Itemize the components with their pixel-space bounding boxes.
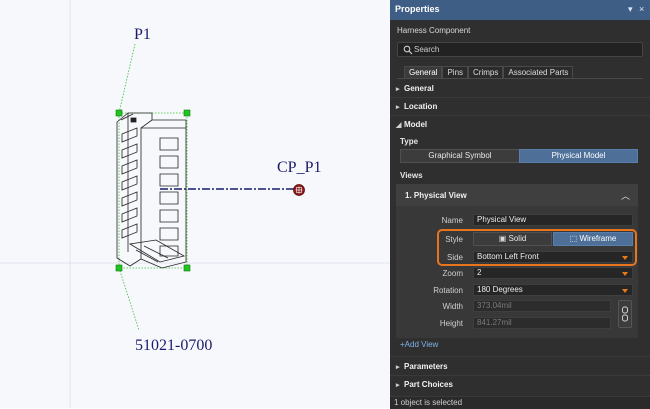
panel-title: Properties bbox=[395, 4, 440, 14]
divider bbox=[390, 115, 650, 116]
tab-associated-parts[interactable]: Associated Parts bbox=[503, 66, 574, 78]
component-designator[interactable]: P1 bbox=[134, 26, 151, 44]
search-icon bbox=[403, 45, 413, 55]
name-label: Name bbox=[441, 216, 463, 225]
properties-panel: Properties ▾ × Harness Component Search … bbox=[390, 0, 650, 409]
section-model[interactable]: ◢ Model bbox=[396, 120, 427, 129]
connection-point-icon[interactable] bbox=[293, 184, 305, 196]
section-parameters-label: Parameters bbox=[404, 362, 448, 371]
search-placeholder: Search bbox=[414, 45, 440, 54]
panel-menu-icon[interactable]: ▾ bbox=[628, 4, 633, 15]
object-type-label: Harness Component bbox=[397, 26, 471, 35]
views-label: Views bbox=[400, 171, 423, 180]
rotation-value: 180 Degrees bbox=[477, 285, 523, 294]
width-label: Width bbox=[442, 302, 463, 311]
schematic-canvas[interactable]: P1 CP_P1 51021-0700 bbox=[0, 0, 390, 408]
status-bar: 1 object is selected bbox=[390, 396, 650, 409]
section-model-label: Model bbox=[404, 120, 428, 129]
tab-general[interactable]: General bbox=[404, 66, 443, 78]
rotation-label: Rotation bbox=[433, 286, 463, 295]
tab-pins[interactable]: Pins bbox=[442, 66, 469, 78]
zoom-label: Zoom bbox=[442, 269, 463, 278]
tab-divider bbox=[397, 78, 643, 79]
view-title: 1. Physical View bbox=[405, 191, 467, 200]
expand-arrow-icon: ▸ bbox=[396, 364, 400, 371]
divider bbox=[390, 356, 650, 357]
view-card-header[interactable]: 1. Physical View ︿ bbox=[396, 184, 638, 206]
type-graphical-symbol-button[interactable]: Graphical Symbol bbox=[400, 149, 520, 163]
section-location-label: Location bbox=[404, 102, 438, 111]
height-input: 841.27mil bbox=[473, 317, 611, 329]
panel-titlebar[interactable]: Properties ▾ × bbox=[390, 0, 650, 20]
section-parameters[interactable]: ▸ Parameters bbox=[396, 362, 448, 371]
panel-tabs: General Pins Crimps Associated Parts bbox=[404, 66, 574, 78]
type-label: Type bbox=[400, 137, 419, 146]
width-input: 373.04mil bbox=[473, 300, 611, 312]
name-input[interactable]: Physical View bbox=[473, 214, 633, 226]
chain-link-icon bbox=[622, 306, 628, 322]
close-icon[interactable]: × bbox=[639, 4, 644, 14]
dropdown-caret-icon bbox=[622, 272, 628, 276]
search-input[interactable]: Search bbox=[397, 42, 643, 57]
expand-arrow-icon: ▸ bbox=[396, 86, 400, 93]
rotation-dropdown[interactable]: 180 Degrees bbox=[473, 284, 633, 296]
section-part-choices-label: Part Choices bbox=[404, 380, 453, 389]
zoom-value: 2 bbox=[477, 268, 482, 277]
expand-arrow-icon: ▸ bbox=[396, 104, 400, 111]
connection-point-label[interactable]: CP_P1 bbox=[277, 159, 321, 177]
status-text: 1 object is selected bbox=[394, 398, 463, 407]
tab-crimps[interactable]: Crimps bbox=[468, 66, 504, 78]
section-general[interactable]: ▸ General bbox=[396, 84, 434, 93]
aspect-lock-button[interactable] bbox=[618, 300, 632, 328]
selection-handles[interactable] bbox=[115, 109, 191, 272]
add-view-link[interactable]: +Add View bbox=[400, 340, 438, 349]
divider bbox=[390, 375, 650, 376]
collapse-chevron-icon[interactable]: ︿ bbox=[621, 189, 630, 202]
section-location[interactable]: ▸ Location bbox=[396, 102, 437, 111]
type-physical-model-button[interactable]: Physical Model bbox=[519, 149, 638, 163]
collapse-arrow-icon: ◢ bbox=[396, 122, 402, 129]
highlight-outline bbox=[437, 229, 637, 266]
connector-wireframe[interactable] bbox=[116, 112, 187, 269]
divider bbox=[390, 97, 650, 98]
part-number-label[interactable]: 51021-0700 bbox=[135, 337, 212, 355]
dropdown-caret-icon bbox=[622, 289, 628, 293]
section-general-label: General bbox=[404, 84, 434, 93]
expand-arrow-icon: ▸ bbox=[396, 382, 400, 389]
section-part-choices[interactable]: ▸ Part Choices bbox=[396, 380, 453, 389]
zoom-dropdown[interactable]: 2 bbox=[473, 267, 633, 279]
height-label: Height bbox=[439, 319, 463, 328]
